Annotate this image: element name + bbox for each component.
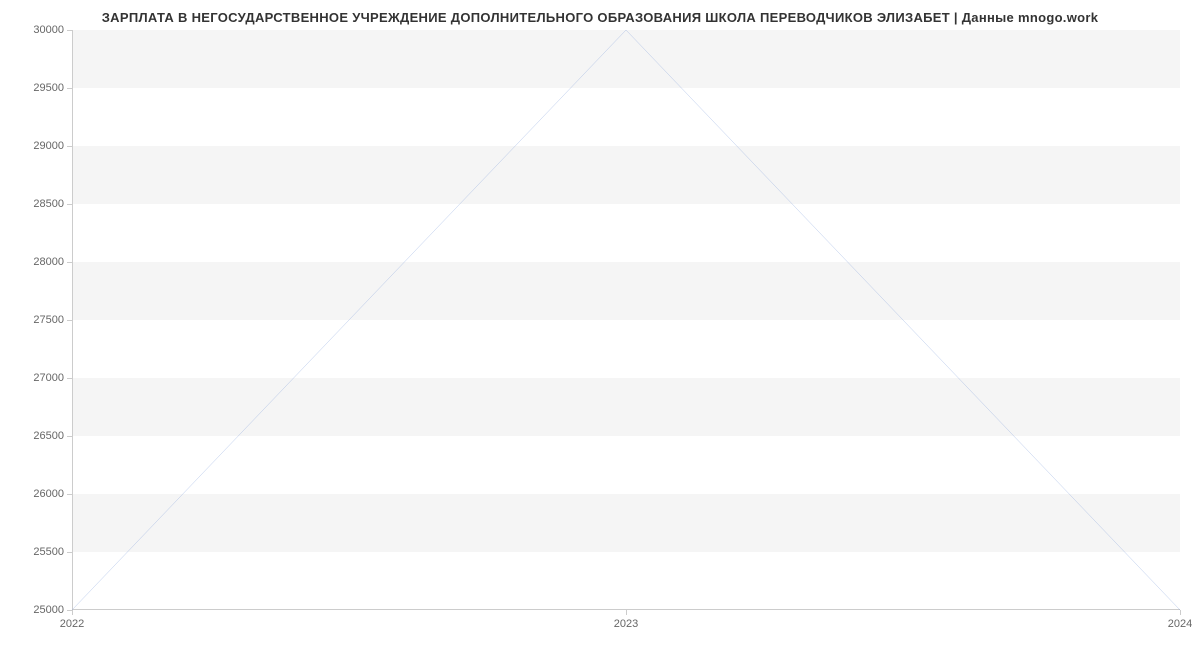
y-tick-label: 25000: [33, 604, 64, 616]
chart-container: ЗАРПЛАТА В НЕГОСУДАРСТВЕННОЕ УЧРЕЖДЕНИЕ …: [0, 0, 1200, 650]
x-tick-mark: [626, 610, 627, 615]
y-tick-label: 27000: [33, 372, 64, 384]
x-tick-label: 2024: [1168, 618, 1192, 630]
y-tick-label: 26500: [33, 430, 64, 442]
y-tick-label: 28500: [33, 198, 64, 210]
chart-line-svg: [72, 30, 1180, 610]
x-tick-mark: [72, 610, 73, 615]
y-tick-label: 29000: [33, 140, 64, 152]
x-tick-mark: [1180, 610, 1181, 615]
x-tick-label: 2022: [60, 618, 84, 630]
plot-area: 25000 25500 26000 26500 27000 27500 2800…: [72, 30, 1180, 610]
y-tick-label: 25500: [33, 546, 64, 558]
y-tick-label: 29500: [33, 82, 64, 94]
y-tick-label: 28000: [33, 256, 64, 268]
x-tick-label: 2023: [614, 618, 638, 630]
chart-title: ЗАРПЛАТА В НЕГОСУДАРСТВЕННОЕ УЧРЕЖДЕНИЕ …: [0, 0, 1200, 25]
y-tick-label: 26000: [33, 488, 64, 500]
y-tick-label: 27500: [33, 314, 64, 326]
y-tick-label: 30000: [33, 24, 64, 36]
chart-line: [72, 30, 1180, 610]
